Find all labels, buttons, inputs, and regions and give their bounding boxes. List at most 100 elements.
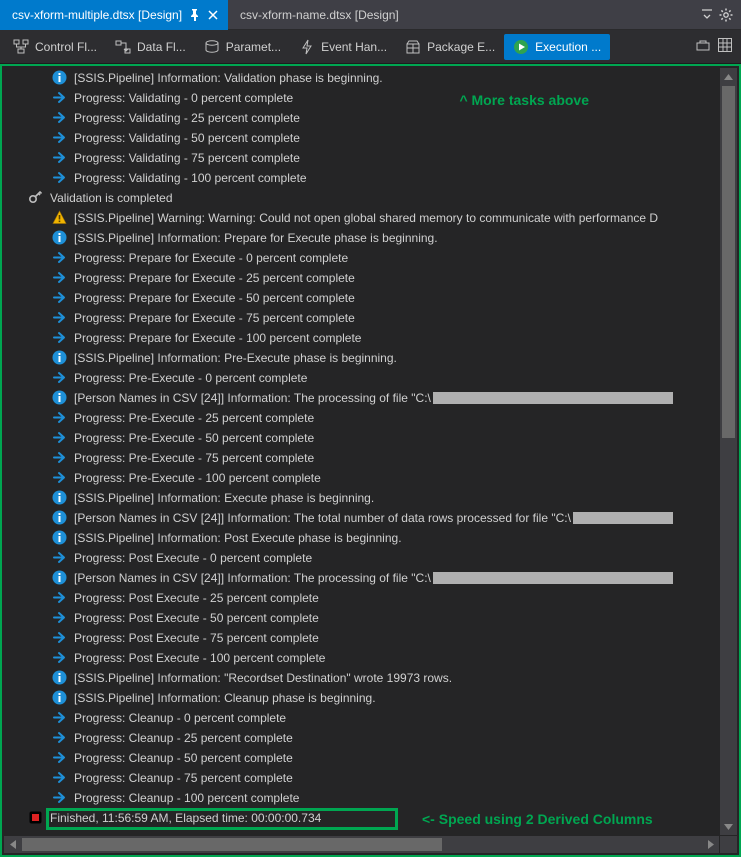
log-row[interactable]: Progress: Prepare for Execute - 25 perce…: [4, 268, 719, 288]
tab-csv-xform-name[interactable]: csv-xform-name.dtsx [Design]: [228, 0, 409, 30]
toolbox-icon[interactable]: [695, 37, 711, 56]
arrow-icon: [52, 610, 68, 626]
close-icon[interactable]: [208, 10, 218, 20]
log-row[interactable]: Progress: Prepare for Execute - 0 percen…: [4, 248, 719, 268]
arrow-icon: [52, 750, 68, 766]
arrow-icon: [52, 310, 68, 326]
log-text: [SSIS.Pipeline] Information: Validation …: [74, 71, 383, 85]
log-text: [Person Names in CSV [24]] Information: …: [74, 511, 571, 525]
arrow-icon: [52, 130, 68, 146]
log-text: Progress: Post Execute - 25 percent comp…: [74, 591, 319, 605]
tab-csv-xform-multiple[interactable]: csv-xform-multiple.dtsx [Design]: [0, 0, 228, 30]
arrow-icon: [52, 110, 68, 126]
control-flow-icon: [13, 39, 29, 55]
log-row[interactable]: Progress: Post Execute - 25 percent comp…: [4, 588, 719, 608]
log-row[interactable]: Progress: Post Execute - 100 percent com…: [4, 648, 719, 668]
arrow-icon: [52, 730, 68, 746]
log-row[interactable]: Progress: Prepare for Execute - 50 perce…: [4, 288, 719, 308]
horizontal-scrollbar[interactable]: [4, 836, 719, 853]
info-icon: [52, 350, 68, 366]
gear-icon[interactable]: [719, 8, 733, 22]
log-row[interactable]: Progress: Validating - 50 percent comple…: [4, 128, 719, 148]
log-row[interactable]: Progress: Post Execute - 50 percent comp…: [4, 608, 719, 628]
log-tree[interactable]: [SSIS.Pipeline] Information: Validation …: [4, 68, 719, 835]
tab-label: Event Han...: [321, 40, 387, 54]
log-text: Progress: Pre-Execute - 50 percent compl…: [74, 431, 314, 445]
log-row[interactable]: [Person Names in CSV [24]] Information: …: [4, 568, 719, 588]
redacted-path: [573, 512, 673, 524]
log-row[interactable]: Progress: Cleanup - 100 percent complete: [4, 788, 719, 808]
log-row[interactable]: Progress: Pre-Execute - 75 percent compl…: [4, 448, 719, 468]
log-row[interactable]: Progress: Pre-Execute - 25 percent compl…: [4, 408, 719, 428]
grid-icon[interactable]: [717, 37, 733, 56]
log-row[interactable]: [Person Names in CSV [24]] Information: …: [4, 388, 719, 408]
log-row[interactable]: Progress: Pre-Execute - 100 percent comp…: [4, 468, 719, 488]
tab-parameters[interactable]: Paramet...: [195, 34, 290, 60]
log-row[interactable]: Progress: Cleanup - 25 percent complete: [4, 728, 719, 748]
log-row[interactable]: Progress: Post Execute - 0 percent compl…: [4, 548, 719, 568]
tab-package-explorer[interactable]: Package E...: [396, 34, 504, 60]
active-files-dropdown-icon[interactable]: [701, 8, 713, 22]
log-row[interactable]: Progress: Cleanup - 0 percent complete: [4, 708, 719, 728]
log-row[interactable]: Progress: Pre-Execute - 0 percent comple…: [4, 368, 719, 388]
arrow-icon: [52, 250, 68, 266]
log-row[interactable]: Progress: Cleanup - 50 percent complete: [4, 748, 719, 768]
info-icon: [52, 670, 68, 686]
log-row[interactable]: [SSIS.Pipeline] Information: Execute pha…: [4, 488, 719, 508]
scroll-down-button[interactable]: [720, 818, 737, 835]
info-icon: [52, 690, 68, 706]
log-row[interactable]: Progress: Pre-Execute - 50 percent compl…: [4, 428, 719, 448]
document-tabstrip: csv-xform-multiple.dtsx [Design] csv-xfo…: [0, 0, 741, 30]
scroll-up-button[interactable]: [720, 68, 737, 85]
log-text: Progress: Pre-Execute - 100 percent comp…: [74, 471, 321, 485]
arrow-icon: [52, 90, 68, 106]
info-icon: [52, 510, 68, 526]
log-row[interactable]: [SSIS.Pipeline] Information: "Recordset …: [4, 668, 719, 688]
annotation-more-tasks: ^ More tasks above: [459, 92, 589, 108]
log-row[interactable]: Progress: Cleanup - 75 percent complete: [4, 768, 719, 788]
tab-data-flow[interactable]: Data Fl...: [106, 34, 195, 60]
log-row[interactable]: [SSIS.Pipeline] Information: Prepare for…: [4, 228, 719, 248]
log-row[interactable]: Progress: Validating - 75 percent comple…: [4, 148, 719, 168]
arrow-icon: [52, 150, 68, 166]
horizontal-scroll-thumb[interactable]: [22, 838, 442, 851]
log-row[interactable]: Progress: Prepare for Execute - 75 perce…: [4, 308, 719, 328]
log-row[interactable]: [SSIS.Pipeline] Information: Post Execut…: [4, 528, 719, 548]
vertical-scrollbar[interactable]: [720, 68, 737, 835]
log-text: Progress: Cleanup - 50 percent complete: [74, 751, 293, 765]
log-row[interactable]: Progress: Validating - 100 percent compl…: [4, 168, 719, 188]
parameters-icon: [204, 39, 220, 55]
tabstrip-tools: [701, 8, 741, 22]
log-row[interactable]: [SSIS.Pipeline] Information: Cleanup pha…: [4, 688, 719, 708]
scroll-right-button[interactable]: [702, 836, 719, 853]
key-icon: [28, 190, 44, 206]
log-text: Progress: Validating - 100 percent compl…: [74, 171, 307, 185]
log-row[interactable]: Validation is completed: [4, 188, 719, 208]
log-row[interactable]: [SSIS.Pipeline] Information: Validation …: [4, 68, 719, 88]
design-toolbar: Control Fl... Data Fl... Paramet... Even…: [0, 30, 741, 64]
log-row[interactable]: Progress: Validating - 25 percent comple…: [4, 108, 719, 128]
log-text: Progress: Pre-Execute - 0 percent comple…: [74, 371, 307, 385]
log-text: Progress: Validating - 75 percent comple…: [74, 151, 300, 165]
log-text: Progress: Post Execute - 0 percent compl…: [74, 551, 312, 565]
scroll-left-button[interactable]: [4, 836, 21, 853]
log-text: [SSIS.Pipeline] Warning: Warning: Could …: [74, 211, 658, 225]
tab-execution-results[interactable]: Execution ...: [504, 34, 610, 60]
arrow-icon: [52, 790, 68, 806]
tab-control-flow[interactable]: Control Fl...: [4, 34, 106, 60]
log-row[interactable]: Progress: Prepare for Execute - 100 perc…: [4, 328, 719, 348]
data-flow-icon: [115, 39, 131, 55]
pin-icon[interactable]: [190, 9, 200, 21]
log-text: Progress: Cleanup - 25 percent complete: [74, 731, 293, 745]
log-text: Progress: Post Execute - 100 percent com…: [74, 651, 325, 665]
event-handlers-icon: [299, 39, 315, 55]
package-icon: [405, 39, 421, 55]
tab-event-handlers[interactable]: Event Han...: [290, 34, 396, 60]
vertical-scroll-thumb[interactable]: [722, 86, 735, 438]
log-row[interactable]: Progress: Post Execute - 75 percent comp…: [4, 628, 719, 648]
log-row[interactable]: [SSIS.Pipeline] Warning: Warning: Could …: [4, 208, 719, 228]
log-row[interactable]: [SSIS.Pipeline] Information: Pre-Execute…: [4, 348, 719, 368]
log-row[interactable]: [Person Names in CSV [24]] Information: …: [4, 508, 719, 528]
log-text: [SSIS.Pipeline] Information: Execute pha…: [74, 491, 374, 505]
log-row[interactable]: Progress: Validating - 0 percent complet…: [4, 88, 719, 108]
